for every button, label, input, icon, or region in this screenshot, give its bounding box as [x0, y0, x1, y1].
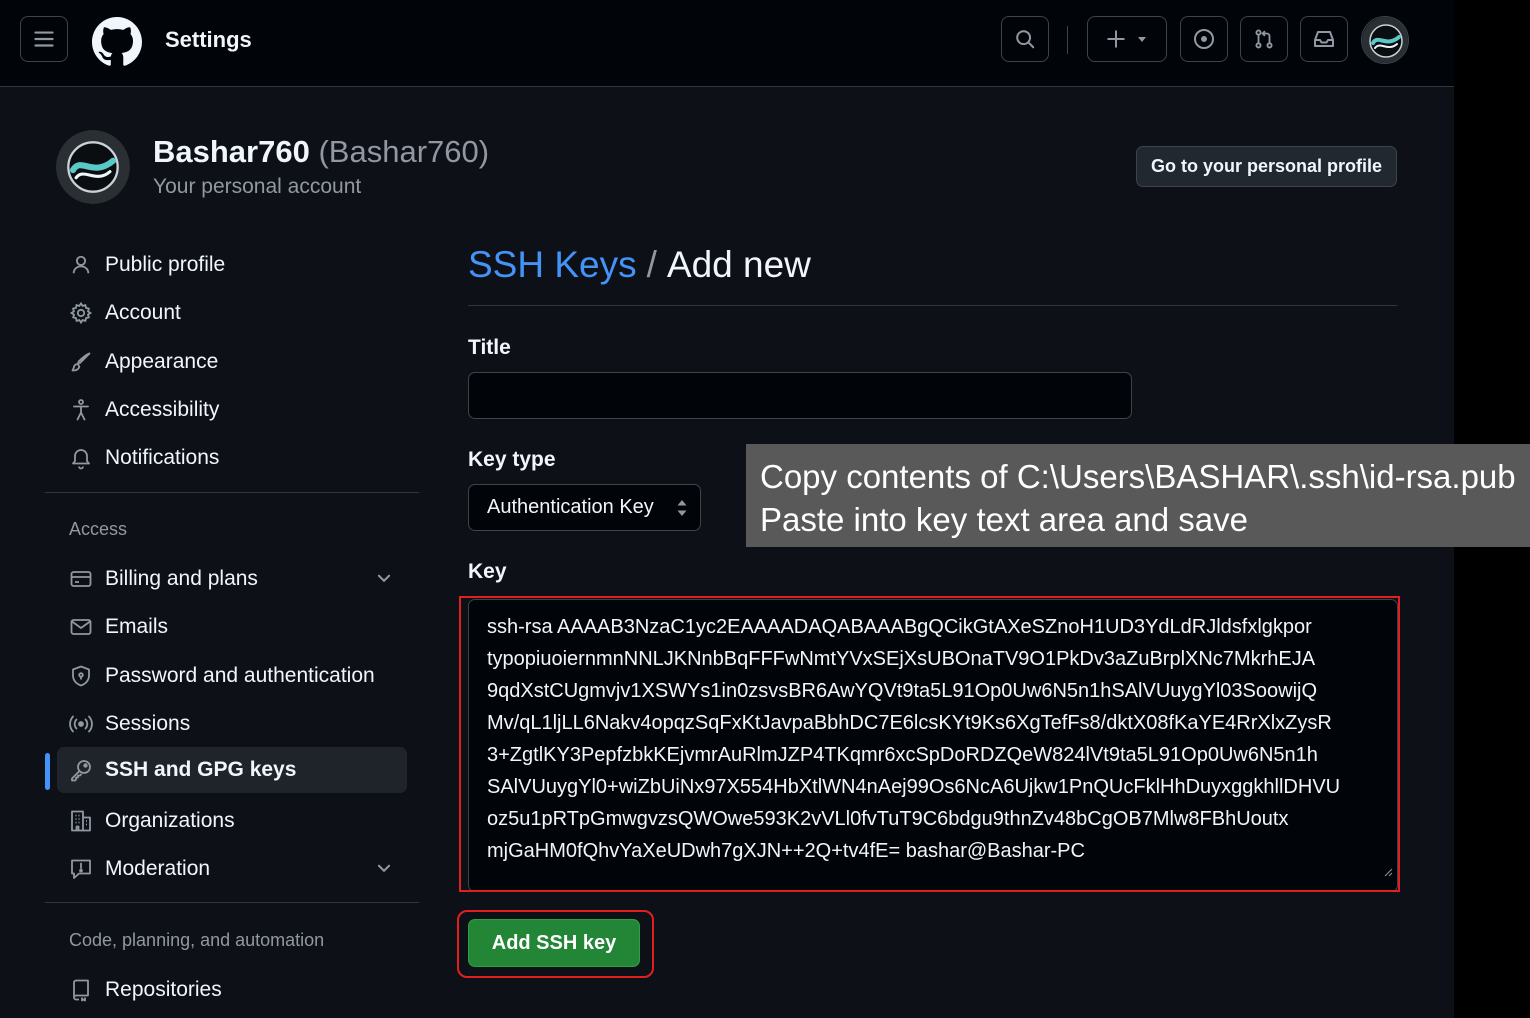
header-title: Settings	[165, 27, 252, 52]
search-button[interactable]	[1001, 16, 1049, 62]
key-text-line: ssh-rsa AAAAB3NzaC1yc2EAAAADAQABAAABgQCi…	[487, 616, 1312, 638]
sidebar-item-emails[interactable]: Emails	[57, 604, 407, 650]
sidebar-item-label: Organizations	[105, 809, 235, 832]
sidebar-item-label: Public profile	[105, 253, 226, 276]
key-type-select[interactable]: Authentication Key	[468, 484, 701, 531]
pull-requests-button[interactable]	[1240, 16, 1288, 62]
page-title: SSH Keys / Add new	[468, 244, 811, 286]
chevron-down-icon	[375, 569, 393, 593]
key-text-line: Mv/qL1ljLL6Nakv4opqzSqFxKtJavpaBbhDC7E6l…	[487, 712, 1332, 734]
key-type-value: Authentication Key	[487, 496, 654, 518]
sidebar-item-billing[interactable]: Billing and plans	[57, 556, 407, 602]
sidebar-item-sessions[interactable]: Sessions	[57, 701, 407, 747]
sidebar-item-label: Appearance	[105, 350, 219, 373]
inbox-icon	[1312, 27, 1336, 51]
breadcrumb-separator: /	[646, 244, 657, 285]
gear-icon	[57, 301, 105, 325]
profile-name: Bashar760 (Bashar760)	[153, 134, 489, 170]
profile-subtitle: Your personal account	[153, 175, 362, 198]
sidebar-divider	[45, 492, 419, 493]
avatar[interactable]	[1361, 16, 1409, 64]
sidebar-item-repositories[interactable]: Repositories	[57, 967, 407, 1013]
resize-handle[interactable]	[1383, 855, 1393, 887]
sidebar-item-label: Emails	[105, 615, 169, 638]
sidebar-item-organizations[interactable]: Organizations	[57, 798, 407, 844]
chevron-down-icon	[375, 859, 393, 883]
instruction-line-2: Paste into key text area and save	[760, 501, 1248, 538]
plus-icon	[1106, 29, 1126, 49]
profile-avatar	[56, 130, 130, 204]
sidebar-item-label: Moderation	[105, 857, 211, 880]
issue-icon	[1192, 27, 1216, 51]
report-icon	[57, 857, 105, 881]
search-icon	[1014, 28, 1036, 50]
issues-button[interactable]	[1180, 16, 1228, 62]
page-title-text: Add new	[666, 244, 811, 285]
sidebar-item-label: Password and authentication	[105, 664, 375, 687]
instruction-line-1: Copy contents of C:\Users\BASHAR\.ssh\id…	[760, 458, 1516, 495]
sidebar-item-label: Billing and plans	[105, 567, 258, 590]
credit-card-icon	[57, 567, 105, 591]
title-input[interactable]	[468, 372, 1132, 419]
sidebar-group-code: Code, planning, and automation	[69, 930, 325, 950]
header-divider	[1067, 26, 1068, 54]
key-text-line: SAlVUuygYl0+wiZbUiNx97X554HbXtlWN4nAej99…	[487, 776, 1341, 798]
sidebar-item-appearance[interactable]: Appearance	[57, 339, 407, 385]
sidebar-item-label: SSH and GPG keys	[105, 758, 297, 781]
active-indicator	[45, 753, 50, 790]
sidebar-item-password[interactable]: Password and authentication	[57, 653, 407, 699]
key-text-line: 9qdXstCUgmvjv1XSWYs1in0zsvsBR6AwYQVt9ta5…	[487, 680, 1318, 702]
sidebar-item-label: Repositories	[105, 978, 222, 1001]
key-icon	[57, 758, 105, 782]
add-ssh-key-button[interactable]: Add SSH key	[468, 919, 640, 967]
select-arrows-icon	[676, 499, 688, 523]
pull-request-icon	[1253, 28, 1275, 50]
create-new-button[interactable]	[1087, 16, 1167, 62]
person-icon	[57, 254, 105, 276]
sidebar-item-label: Account	[105, 301, 181, 324]
key-type-label: Key type	[468, 448, 556, 471]
profile-login: (Bashar760)	[318, 134, 490, 169]
sidebar-item-account[interactable]: Account	[57, 290, 407, 336]
key-textarea[interactable]: ssh-rsa AAAAB3NzaC1yc2EAAAADAQABAAABgQCi…	[468, 599, 1398, 892]
organization-icon	[57, 809, 105, 833]
sidebar-item-notifications[interactable]: Notifications	[57, 435, 407, 481]
broadcast-icon	[57, 712, 105, 736]
go-to-profile-button[interactable]: Go to your personal profile	[1136, 146, 1397, 187]
profile-display-name: Bashar760	[153, 134, 310, 169]
sidebar-item-label: Sessions	[105, 712, 191, 735]
accessibility-icon	[57, 398, 105, 422]
global-header: Settings	[0, 0, 1454, 87]
bell-icon	[57, 446, 105, 470]
sidebar-item-moderation[interactable]: Moderation	[57, 846, 407, 892]
sidebar-item-label: Notifications	[105, 446, 220, 469]
title-divider	[468, 305, 1397, 306]
sidebar-item-accessibility[interactable]: Accessibility	[57, 387, 407, 433]
shield-icon	[57, 664, 105, 688]
sidebar-divider	[45, 902, 419, 903]
key-text-line: 3+ZgtlKY3PepfzbkKEjvmrAuRlmJZP4TKqmr6xcS…	[487, 744, 1318, 766]
mail-icon	[57, 615, 105, 639]
key-label: Key	[468, 560, 507, 583]
sidebar-item-label: Accessibility	[105, 398, 220, 421]
menu-button[interactable]	[20, 16, 68, 62]
sidebar-group-access: Access	[69, 519, 128, 539]
instruction-callout: Copy contents of C:\Users\BASHAR\.ssh\id…	[746, 444, 1530, 547]
breadcrumb-ssh-keys[interactable]: SSH Keys	[468, 244, 637, 285]
chevron-down-icon	[1136, 33, 1148, 45]
key-text-line: oz5u1pRTpGmwgvzsQWOwe593K2vVLl0fvTuT9C6b…	[487, 808, 1289, 830]
inbox-button[interactable]	[1300, 16, 1348, 62]
paintbrush-icon	[57, 350, 105, 374]
sidebar-item-ssh-gpg-keys[interactable]: SSH and GPG keys	[57, 747, 407, 793]
repo-icon	[57, 978, 105, 1002]
key-text-line: mjGaHM0fQhvYaXeUDwh7gXJN++2Q+tv4fE= bash…	[487, 840, 1085, 862]
key-text-line: typopiuoiernmnNNLJKNnbBqFFFwNmtYVxSEjXsU…	[487, 648, 1316, 670]
title-label: Title	[468, 336, 511, 359]
github-logo[interactable]	[92, 17, 142, 67]
sidebar-item-public-profile[interactable]: Public profile	[57, 242, 407, 288]
menu-icon	[33, 28, 55, 50]
